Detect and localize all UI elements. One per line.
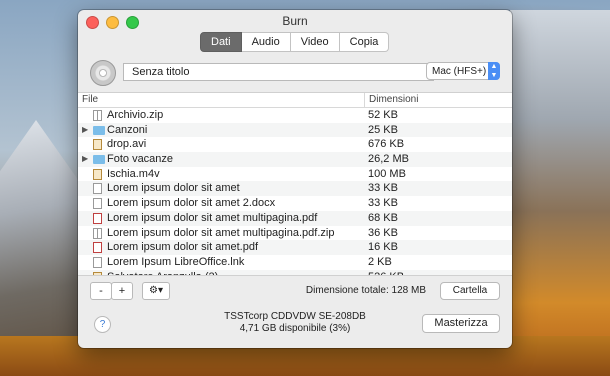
table-row[interactable]: Archivio.zip 52 KB — [78, 108, 512, 123]
close-button[interactable] — [86, 16, 99, 29]
file-size: 68 KB — [368, 211, 398, 224]
file-size: 26,2 MB — [368, 153, 409, 166]
tab-dati[interactable]: Dati — [200, 32, 242, 52]
burn-button[interactable]: Masterizza — [422, 314, 500, 333]
file-name: Lorem Ipsum LibreOffice.lnk — [107, 255, 245, 268]
pdf-icon — [93, 212, 102, 224]
file-size: 16 KB — [368, 241, 398, 254]
file-name: drop.avi — [107, 138, 147, 151]
file-table[interactable]: File Dimensioni Archivio.zip 52 KB ▶ Canzon… — [78, 92, 512, 276]
disc-icon — [90, 60, 116, 86]
table-row[interactable]: drop.avi 676 KB — [78, 137, 512, 152]
total-size-label: Dimensione totale: 128 MB — [305, 285, 426, 296]
video-file-icon — [93, 168, 102, 180]
add-button[interactable]: + — [111, 282, 133, 300]
minimize-button[interactable] — [106, 16, 119, 29]
file-name: Lorem ipsum dolor sit amet multipagina.p… — [107, 226, 335, 239]
tab-copia[interactable]: Copia — [339, 32, 390, 52]
table-header: File Dimensioni — [78, 93, 512, 108]
disc-name-row: Senza titolo Mac (HFS+) ▲ ▼ — [90, 60, 500, 86]
bottom-toolbar: - + ⚙▾ Dimensione totale: 128 MB Cartell… — [90, 282, 500, 300]
pdf-icon — [93, 242, 102, 254]
wallpaper-mountain-right — [510, 10, 610, 376]
folder-icon — [93, 125, 105, 135]
table-row[interactable]: ▶ Foto vacanze 26,2 MB — [78, 152, 512, 167]
file-size: 526 KB — [368, 270, 404, 275]
file-name: Salvatore Aranzulla (2) — [107, 270, 218, 275]
file-size: 25 KB — [368, 123, 398, 136]
table-row[interactable]: Lorem ipsum dolor sit amet 33 KB — [78, 181, 512, 197]
titlebar: Burn — [78, 10, 512, 34]
file-name: Foto vacanze — [107, 153, 174, 166]
disclosure-triangle-icon[interactable]: ▶ — [82, 123, 88, 138]
file-name: Lorem ipsum dolor sit amet — [107, 182, 240, 195]
updown-chevron-icon: ▲ ▼ — [488, 62, 500, 80]
file-size: 100 MB — [368, 167, 406, 180]
document-icon — [93, 183, 102, 195]
table-row[interactable]: Lorem Ipsum LibreOffice.lnk 2 KB — [78, 255, 512, 270]
disc-name-field[interactable]: Senza titolo — [123, 63, 434, 81]
table-row[interactable]: Lorem ipsum dolor sit amet.pdf 16 KB — [78, 240, 512, 255]
window-title: Burn — [282, 14, 308, 28]
gear-menu-button[interactable]: ⚙▾ — [142, 282, 170, 300]
file-size: 52 KB — [368, 109, 398, 121]
table-body: Archivio.zip 52 KB ▶ Canzoni 25 KB drop.avi 67… — [78, 108, 512, 275]
file-size: 676 KB — [368, 138, 405, 151]
file-size: 33 KB — [368, 182, 398, 195]
window-controls — [86, 16, 139, 29]
zip-icon — [93, 227, 102, 239]
tab-video[interactable]: Video — [290, 32, 340, 52]
folder-icon — [93, 155, 105, 165]
zip-icon — [93, 110, 102, 121]
zoom-button[interactable] — [126, 16, 139, 29]
folder-button[interactable]: Cartella — [440, 282, 500, 300]
tab-audio[interactable]: Audio — [241, 32, 291, 52]
filesystem-select[interactable]: Mac (HFS+) ▲ ▼ — [426, 62, 500, 80]
video-file-icon — [93, 139, 102, 151]
file-name: Archivio.zip — [107, 109, 164, 121]
file-name: Lorem ipsum dolor sit amet multipagina.p… — [107, 211, 318, 224]
table-row[interactable]: Salvatore Aranzulla (2) 526 KB — [78, 269, 512, 275]
footer: ? TSSTcorp CDDVDW SE-208DB 4,71 GB dispo… — [78, 308, 512, 348]
burn-window: Burn Dati Audio Video Copia Senza titolo… — [78, 10, 512, 348]
column-header-file[interactable]: File — [82, 93, 98, 107]
table-row[interactable]: Ischia.m4v 100 MB — [78, 167, 512, 182]
file-name: Lorem ipsum dolor sit amet 2.docx — [107, 197, 276, 210]
table-row[interactable]: ▶ Canzoni 25 KB — [78, 122, 512, 138]
file-name: Canzoni — [107, 123, 148, 136]
image-file-icon — [93, 271, 102, 275]
file-size: 33 KB — [368, 197, 398, 210]
table-row[interactable]: Lorem ipsum dolor sit amet multipagina.p… — [78, 226, 512, 241]
remove-button[interactable]: - — [90, 282, 112, 300]
column-header-size[interactable]: Dimensioni — [364, 93, 418, 107]
tab-bar: Dati Audio Video Copia — [200, 32, 390, 52]
document-icon — [93, 198, 102, 210]
filesystem-select-value: Mac (HFS+) — [432, 66, 487, 77]
file-name: Lorem ipsum dolor sit amet.pdf — [107, 241, 259, 254]
table-row[interactable]: Lorem ipsum dolor sit amet 2.docx 33 KB — [78, 196, 512, 211]
file-size: 36 KB — [368, 226, 398, 239]
disclosure-triangle-icon[interactable]: ▶ — [82, 152, 88, 167]
table-row[interactable]: Lorem ipsum dolor sit amet multipagina.p… — [78, 210, 512, 226]
file-name: Ischia.m4v — [107, 167, 160, 180]
file-size: 2 KB — [368, 255, 392, 268]
document-icon — [93, 256, 102, 268]
